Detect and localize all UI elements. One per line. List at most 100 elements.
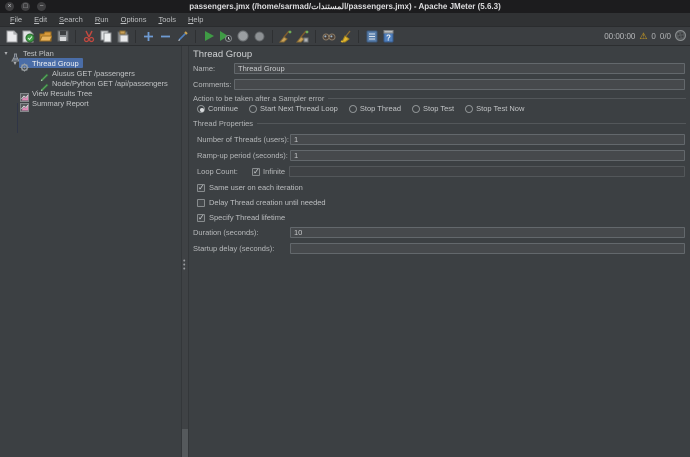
duration-input[interactable]	[290, 227, 685, 238]
test-plan-tree: ▾ Test Plan ▾ Thread GroupAlusus GET /passe…	[0, 46, 181, 457]
start-no-pauses-button[interactable]	[218, 29, 233, 44]
startup-delay-input[interactable]	[290, 243, 685, 254]
warning-icon[interactable]: ⚠	[639, 32, 647, 41]
delay-thread-checkbox[interactable]	[197, 199, 205, 207]
stop-icon	[237, 30, 249, 42]
clear-button[interactable]	[278, 29, 293, 44]
toolbar-status: 00:00:00 ⚠ 0 0/0	[604, 27, 686, 46]
radio-circle[interactable]	[249, 105, 257, 113]
radio-start-next-thread-loop[interactable]: Start Next Thread Loop	[249, 104, 338, 113]
start-icon	[203, 30, 215, 42]
tree-item-node-python-get-api-passengers[interactable]: Node/Python GET /api/passengers	[39, 78, 172, 88]
menu-search[interactable]: Search	[53, 13, 89, 26]
radio-stop-test[interactable]: Stop Test	[412, 104, 454, 113]
chevron-down-icon[interactable]: ▾	[2, 50, 10, 57]
test-plan-icon	[11, 49, 20, 58]
rampup-label: Ramp-up period (seconds):	[197, 151, 290, 160]
menu-help[interactable]: Help	[182, 13, 209, 26]
infinite-checkbox[interactable]	[252, 168, 260, 176]
search-icon	[322, 31, 336, 42]
toolbar-separator	[358, 30, 359, 43]
menu-file[interactable]: File	[4, 13, 28, 26]
tree-item-label: Test Plan	[23, 49, 54, 58]
tree-item-test-plan[interactable]: Test Plan	[10, 48, 58, 58]
thread-lifetime-label: Specify Thread lifetime	[209, 213, 285, 222]
menu-bar: FileEditSearchRunOptionsToolsHelp	[0, 13, 690, 27]
radio-circle[interactable]	[412, 105, 420, 113]
tree-item-thread-group[interactable]: Thread Group	[19, 58, 83, 68]
radio-label: Start Next Thread Loop	[260, 104, 338, 113]
function-helper-button[interactable]	[364, 29, 379, 44]
search-reset-button[interactable]	[338, 29, 353, 44]
loop-count-input[interactable]	[289, 166, 685, 177]
stop-button[interactable]	[235, 29, 250, 44]
splitter-end-cap	[182, 429, 188, 457]
splitter[interactable]: •••	[181, 46, 189, 457]
cut-button[interactable]	[81, 29, 96, 44]
num-threads-input[interactable]	[290, 134, 685, 145]
tree-row: ▾ Test Plan	[0, 48, 181, 58]
thread-group-config-panel: Thread Group Name: Comments: Action to b…	[189, 46, 690, 457]
new-file-button[interactable]	[4, 29, 19, 44]
tree-item-view-results-tree[interactable]: View Results Tree	[19, 88, 96, 98]
shutdown-button[interactable]	[252, 29, 267, 44]
toggle-button[interactable]	[175, 29, 190, 44]
collapse-all-button[interactable]	[158, 29, 173, 44]
tree-item-alusus-get-passengers[interactable]: Alusus GET /passengers	[39, 68, 139, 78]
startup-delay-label: Startup delay (seconds):	[193, 244, 290, 253]
save-button[interactable]	[55, 29, 70, 44]
chevron-down-icon[interactable]: ▾	[11, 60, 19, 67]
sampler-icon	[40, 79, 49, 88]
menu-run[interactable]: Run	[89, 13, 115, 26]
menu-edit[interactable]: Edit	[28, 13, 53, 26]
maximize-window-button[interactable]: □	[21, 2, 30, 11]
expand-all-icon	[143, 31, 154, 42]
tree-item-label: Thread Group	[32, 59, 79, 68]
search-button[interactable]	[321, 29, 336, 44]
clear-all-button[interactable]	[295, 29, 310, 44]
radio-circle[interactable]	[465, 105, 473, 113]
templates-button[interactable]	[21, 29, 36, 44]
tree-item-summary-report[interactable]: Summary Report	[19, 98, 93, 108]
radio-stop-thread[interactable]: Stop Thread	[349, 104, 401, 113]
radio-circle[interactable]	[197, 105, 205, 113]
same-user-checkbox[interactable]	[197, 184, 205, 192]
same-user-label: Same user on each iteration	[209, 183, 303, 192]
rampup-input[interactable]	[290, 150, 685, 161]
help-button[interactable]: ?	[381, 29, 396, 44]
splitter-handle[interactable]: •••	[183, 260, 187, 274]
menu-tools[interactable]: Tools	[152, 13, 182, 26]
comments-row: Comments:	[189, 79, 690, 90]
same-user-row: Same user on each iteration	[197, 183, 303, 192]
elapsed-timer: 00:00:00	[604, 32, 635, 41]
radio-continue[interactable]: Continue	[197, 104, 238, 113]
open-button[interactable]	[38, 29, 53, 44]
paste-icon	[117, 30, 129, 43]
start-button[interactable]	[201, 29, 216, 44]
radio-circle[interactable]	[349, 105, 357, 113]
toolbar-separator	[315, 30, 316, 43]
tree-row: View Results Tree	[0, 88, 181, 98]
panel-title: Thread Group	[193, 49, 252, 60]
clear-icon	[279, 30, 292, 43]
name-row: Name:	[189, 63, 690, 74]
sampler-icon	[40, 69, 49, 78]
thread-lifetime-checkbox[interactable]	[197, 214, 205, 222]
function-helper-icon	[366, 30, 378, 43]
warning-count: 0	[651, 32, 655, 41]
copy-button[interactable]	[98, 29, 113, 44]
radio-stop-test-now[interactable]: Stop Test Now	[465, 104, 524, 113]
thread-properties-section-title: Thread Properties	[193, 119, 686, 128]
minimize-window-button[interactable]: −	[37, 2, 46, 11]
comments-input[interactable]	[234, 79, 685, 90]
close-window-button[interactable]: ×	[5, 2, 14, 11]
menu-options[interactable]: Options	[115, 13, 153, 26]
name-input[interactable]	[234, 63, 685, 74]
active-threads-ratio: 0/0	[660, 32, 671, 41]
collapse-all-icon	[160, 31, 171, 42]
paste-button[interactable]	[115, 29, 130, 44]
tree-item-label: Summary Report	[32, 99, 89, 108]
expand-all-button[interactable]	[141, 29, 156, 44]
delay-thread-label: Delay Thread creation until needed	[209, 198, 326, 207]
save-icon	[57, 30, 69, 42]
